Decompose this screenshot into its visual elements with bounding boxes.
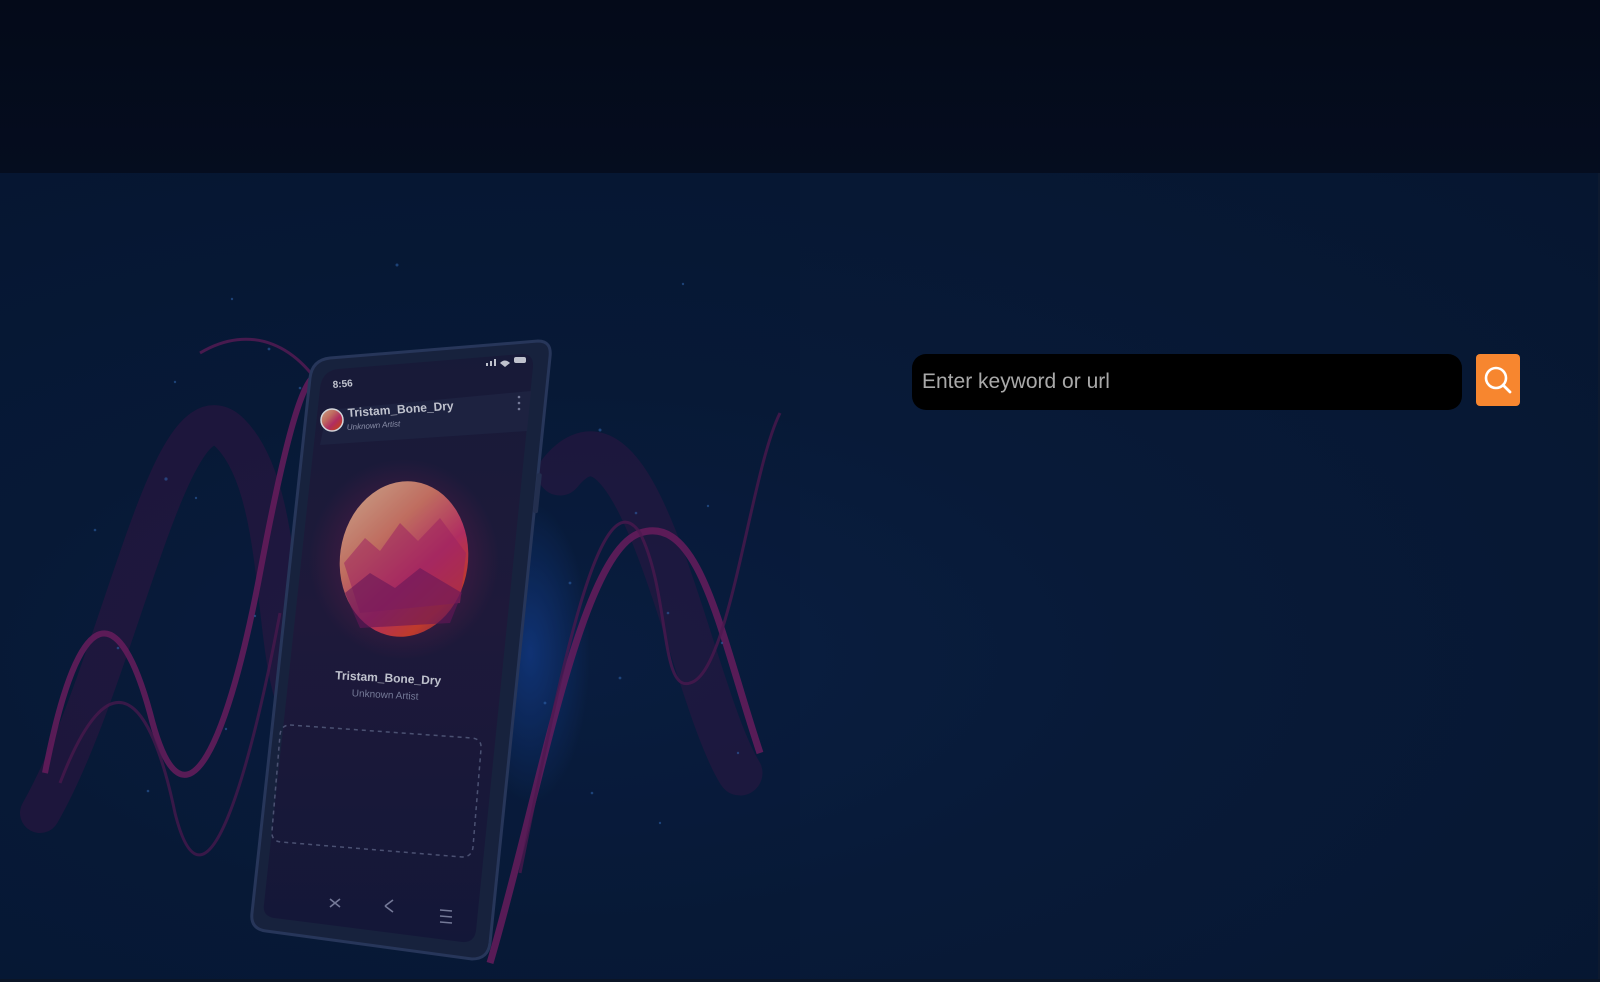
hero-section: 8:56 Tristam_Bone_Dry Unknown Artist Tri… [0, 173, 1598, 979]
search-input[interactable] [912, 354, 1462, 410]
top-bar [0, 0, 1600, 173]
search-form [912, 354, 1520, 410]
search-button[interactable] [1476, 354, 1520, 406]
search-icon [1484, 366, 1512, 394]
hero-illustration: 8:56 Tristam_Bone_Dry Unknown Artist Tri… [0, 173, 800, 979]
